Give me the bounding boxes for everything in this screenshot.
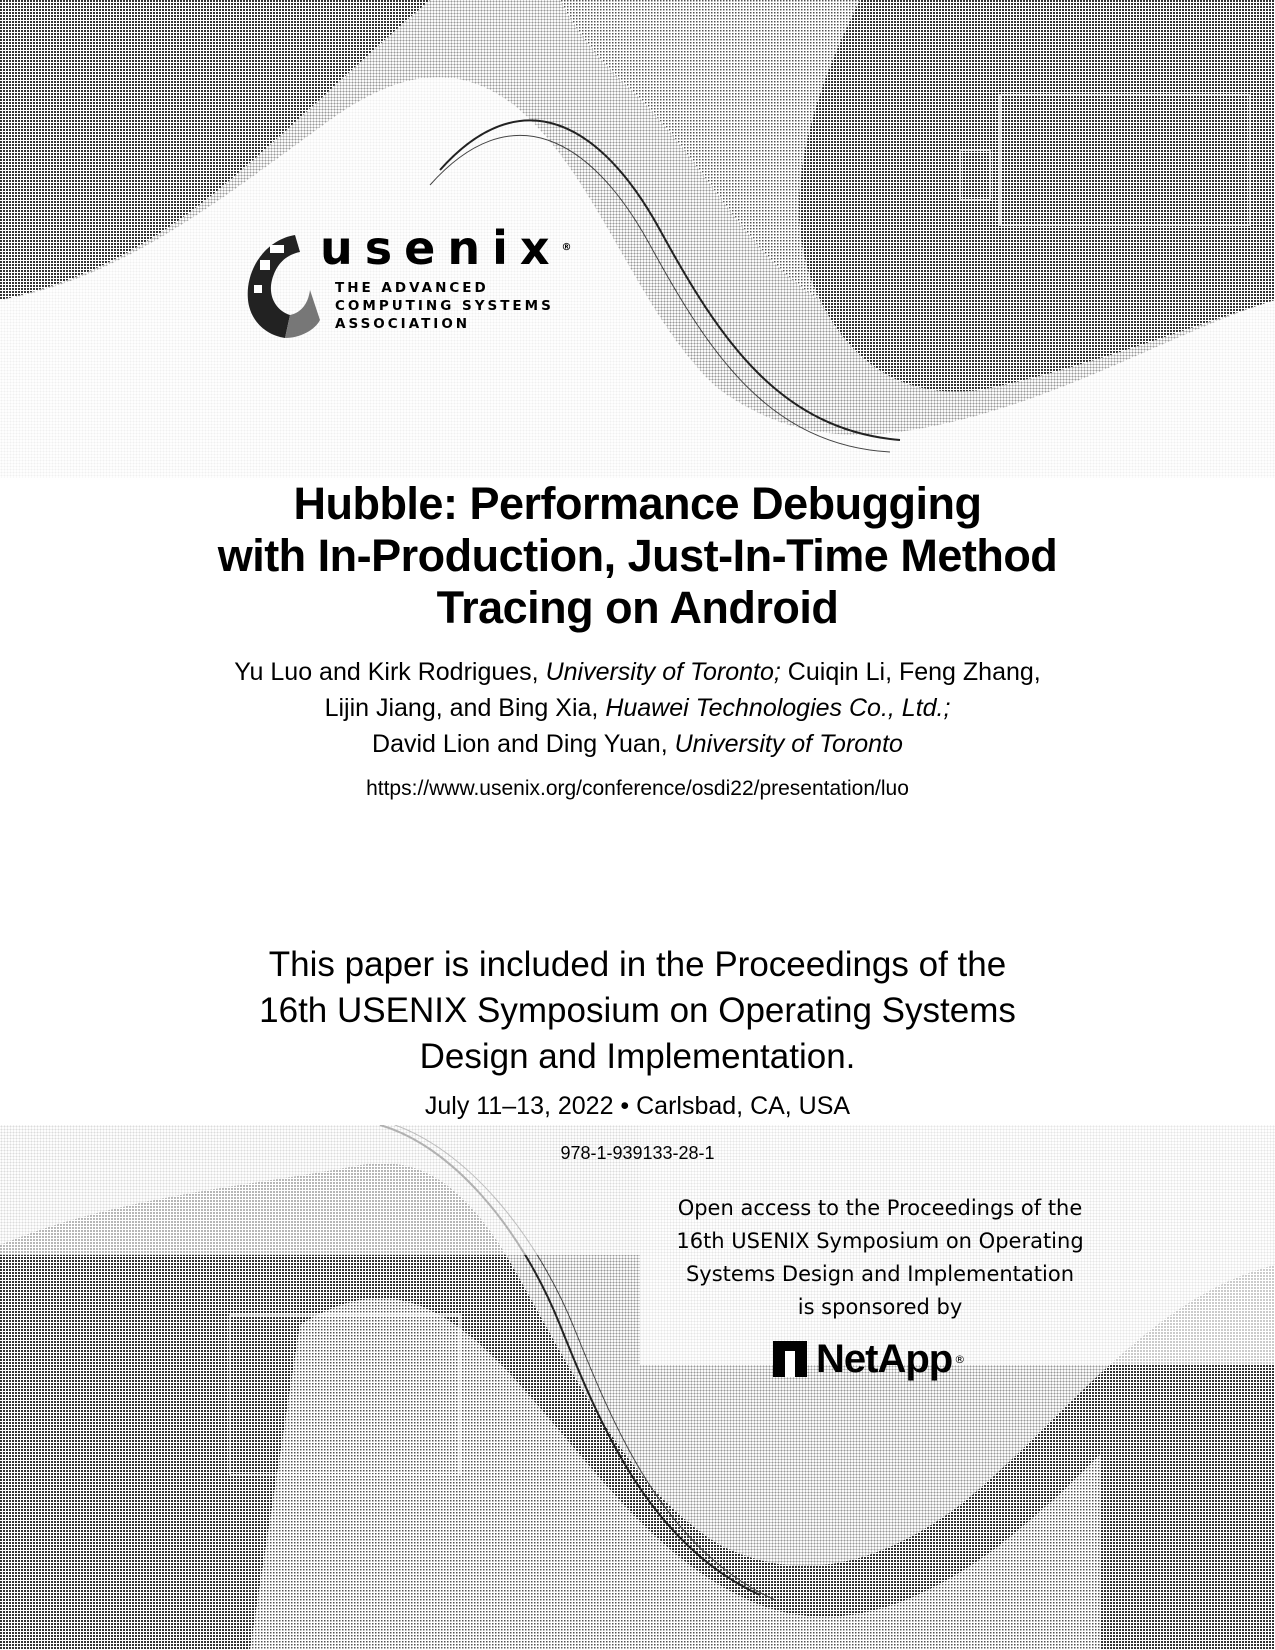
usenix-wordmark: usenix® <box>320 221 572 275</box>
netapp-wordmark: NetApp <box>816 1337 953 1381</box>
author-affiliation: University of Toronto; <box>545 658 781 686</box>
netapp-mark-icon <box>773 1341 807 1377</box>
author-affiliation: University of Toronto <box>674 730 903 758</box>
author-line: David Lion and Ding Yuan, University of … <box>372 730 903 758</box>
proceedings-statement: This paper is included in the Proceeding… <box>259 945 1016 1076</box>
author-affiliation: Huawei Technologies Co., Ltd.; <box>605 694 951 722</box>
sponsor-statement: Open access to the Proceedings of the 16… <box>676 1196 1084 1319</box>
top-wave-graphic <box>0 0 1275 478</box>
paper-title: Hubble: Performance Debugging with In-Pr… <box>217 478 1058 633</box>
usenix-logo: usenix® THE ADVANCED COMPUTING SYSTEMS A… <box>240 222 580 342</box>
presentation-url[interactable]: https://www.usenix.org/conference/osdi22… <box>0 776 1275 802</box>
author-line: Lijin Jiang, and Bing Xia, Huawei Techno… <box>324 694 951 722</box>
usenix-c-mark-icon <box>247 235 320 338</box>
isbn: 978-1-939133-28-1 <box>560 1143 715 1163</box>
author-line: Yu Luo and Kirk Rodrigues, University of… <box>234 658 1041 686</box>
usenix-tagline: THE ADVANCED COMPUTING SYSTEMS ASSOCIATI… <box>335 280 554 332</box>
netapp-logo: NetApp ® <box>773 1336 965 1382</box>
author-list: Yu Luo and Kirk Rodrigues, University of… <box>0 654 1275 762</box>
conference-dates-location: July 11–13, 2022 • Carlsbad, CA, USA <box>424 1092 851 1120</box>
